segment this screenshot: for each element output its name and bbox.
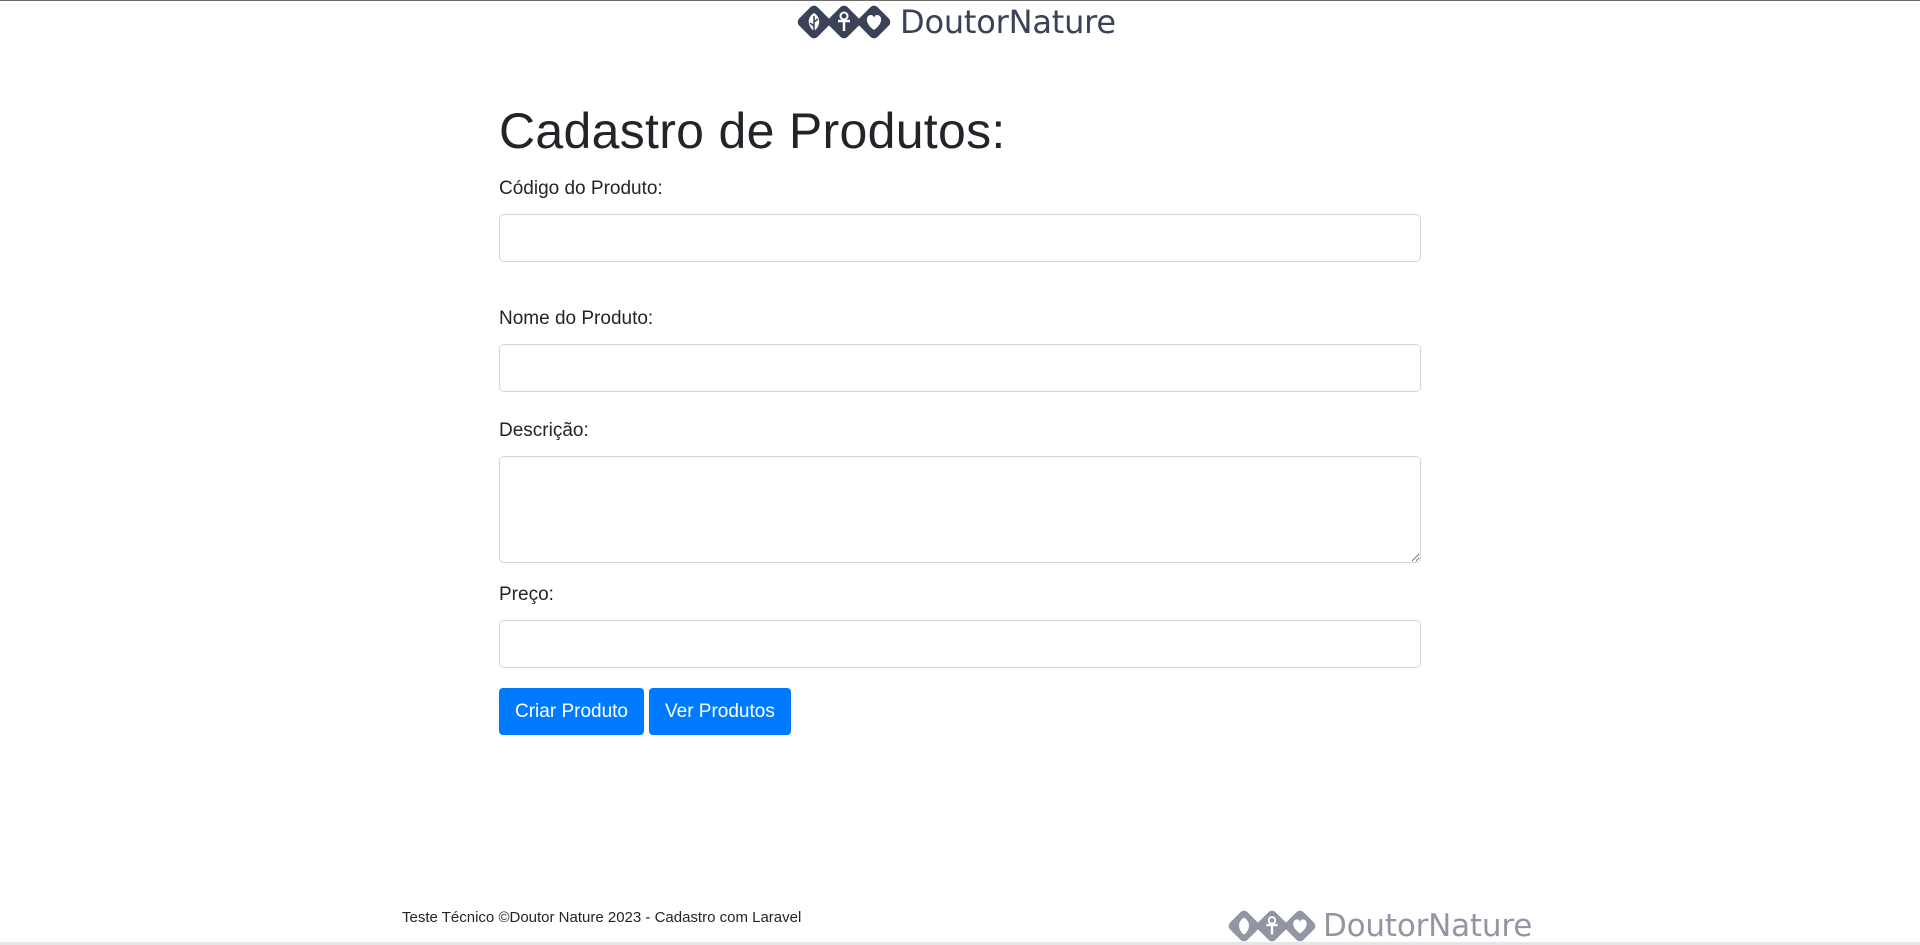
product-code-group: Código do Produto: <box>499 178 1421 262</box>
brand-name: DoutorNature <box>900 3 1116 41</box>
price-input[interactable] <box>499 620 1421 668</box>
product-code-input[interactable] <box>499 214 1421 262</box>
create-product-button[interactable]: Criar Produto <box>499 688 644 735</box>
price-group: Preço: <box>499 584 1421 668</box>
footer-logo[interactable]: DoutorNature <box>1227 906 1532 945</box>
product-name-input[interactable] <box>499 344 1421 392</box>
product-code-label: Código do Produto: <box>499 178 663 199</box>
form-actions: Criar Produto Ver Produtos <box>499 688 1421 735</box>
description-label: Descrição: <box>499 420 589 441</box>
footer-brand-name: DoutorNature <box>1323 908 1533 944</box>
product-name-label: Nome do Produto: <box>499 308 654 329</box>
page-title: Cadastro de Produtos: <box>499 103 1006 159</box>
product-form: Cadastro de Produtos: Código do Produto:… <box>499 96 1421 735</box>
price-label: Preço: <box>499 584 554 605</box>
footer-logo-icons <box>1227 909 1317 943</box>
description-textarea[interactable] <box>499 456 1421 563</box>
heart-icon <box>1284 910 1316 942</box>
view-products-button[interactable]: Ver Produtos <box>649 688 791 735</box>
footer-text: Teste Técnico ©Doutor Nature 2023 - Cada… <box>402 909 802 926</box>
description-group: Descrição: <box>499 420 1421 563</box>
logo-icons <box>796 4 892 40</box>
heart-icon <box>857 5 891 39</box>
page: DoutorNature Cadastro de Produtos: Códig… <box>0 0 1920 945</box>
product-name-group: Nome do Produto: <box>499 308 1421 392</box>
header-logo[interactable]: DoutorNature <box>796 1 1116 43</box>
